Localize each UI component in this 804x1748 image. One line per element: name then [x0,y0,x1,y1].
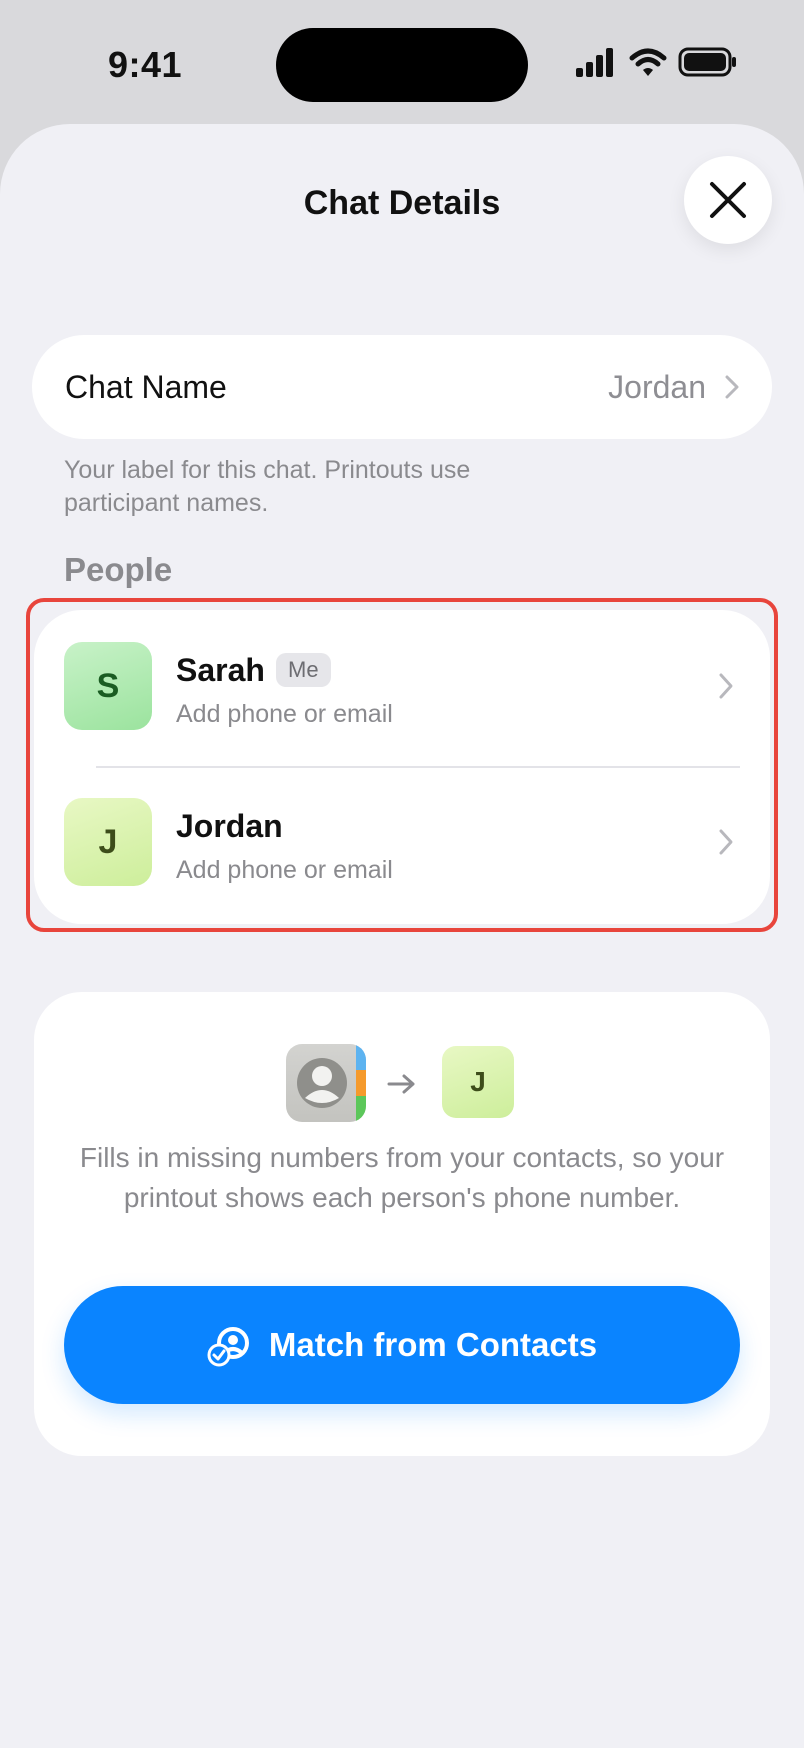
person-name: Jordan [176,808,283,844]
wifi-icon [629,48,667,76]
person-row-sarah[interactable]: S Sarah Me Add phone or email [34,610,770,766]
battery-icon [678,47,736,77]
xmark-icon [710,182,746,218]
status-icons [574,46,736,86]
chat-name-row[interactable]: Chat Name Jordan [32,335,772,439]
status-bar: 9:41 [0,0,804,124]
contacts-app-icon [286,1044,366,1122]
people-list: S Sarah Me Add phone or email J Jordan A… [34,610,770,924]
chevron-right-icon [719,829,733,855]
chevron-right-icon [725,375,739,399]
person-checkmark-icon [207,1327,249,1367]
me-badge: Me [276,653,331,687]
chat-name-helper: Your label for this chat. Printouts use … [64,456,471,517]
person-row-jordan[interactable]: J Jordan Add phone or email [34,766,770,922]
cellular-signal-icon [576,48,613,77]
match-from-contacts-button[interactable]: Match from Contacts [64,1286,740,1404]
match-contacts-card: J Fills in missing numbers from your con… [34,992,770,1456]
status-time: 9:41 [108,44,183,85]
dynamic-island [276,28,528,102]
people-section-title: People [64,551,173,588]
chat-name-value: Jordan [608,369,706,405]
person-subtitle: Add phone or email [176,700,393,728]
person-silhouette-icon [297,1044,366,1122]
chat-details-sheet: Chat Details Chat Name Jordan Your label… [0,124,804,1748]
person-name: Sarah [176,652,265,688]
avatar: S [64,642,152,730]
avatar: J [64,798,152,886]
chevron-right-icon [719,673,733,699]
match-button-label: Match from Contacts [268,1326,598,1363]
person-subtitle: Add phone or email [176,856,393,884]
close-button[interactable] [684,156,772,244]
match-description: Fills in missing numbers from your conta… [79,1142,725,1213]
chat-name-label: Chat Name [65,369,227,405]
arrow-right-icon [387,1074,415,1094]
target-avatar: J [442,1046,514,1118]
